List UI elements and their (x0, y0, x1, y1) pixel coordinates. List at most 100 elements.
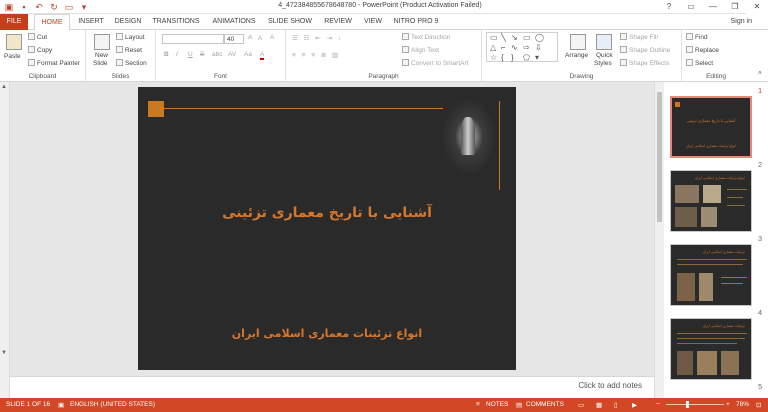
redo-icon[interactable]: ↻ (49, 2, 59, 12)
copy-button[interactable]: Copy (28, 46, 52, 54)
zoom-level[interactable]: 78% (736, 401, 749, 408)
pentagon-shape-icon[interactable]: ⬠ (523, 53, 530, 62)
tab-design[interactable]: DESIGN (112, 14, 144, 30)
tab-slide-show[interactable]: SLIDE SHOW (266, 14, 314, 30)
brace-shape-icon[interactable]: { (501, 53, 504, 62)
shape-outline-button[interactable]: Shape Outline (620, 46, 670, 54)
shadow-button[interactable]: abc (212, 51, 222, 58)
tab-review[interactable]: REVIEW (320, 14, 356, 30)
close-button[interactable]: ✕ (746, 0, 768, 14)
bold-button[interactable]: B (164, 51, 169, 58)
collapse-ribbon-icon[interactable]: ˄ (758, 70, 762, 77)
slideshow-view-icon[interactable]: ▶ (632, 401, 637, 409)
shrink-font-button[interactable]: A (258, 35, 262, 42)
left-scrollbar[interactable]: ▲ ▼ (0, 82, 10, 398)
language-indicator[interactable]: ENGLISH (UNITED STATES) (70, 401, 155, 408)
font-color-button[interactable]: A (260, 51, 265, 60)
italic-button[interactable]: I (176, 51, 178, 58)
restore-button[interactable]: ❐ (724, 0, 746, 14)
scrollbar-thumb[interactable] (657, 92, 662, 222)
align-text-button[interactable]: Align Text (402, 46, 439, 54)
cut-button[interactable]: Cut (28, 33, 47, 41)
scroll-down-icon[interactable]: ▼ (1, 350, 7, 356)
reading-view-icon[interactable]: ▯ (614, 401, 618, 409)
slide-title[interactable]: آشنایی با تاریخ معماری تزئینی (138, 205, 516, 221)
section-button[interactable]: Section (116, 59, 147, 67)
convert-smartart-button[interactable]: Convert to SmartArt (402, 59, 468, 67)
zoom-out-icon[interactable]: − (656, 401, 660, 408)
thumbnail-slide[interactable]: آشنایی با تاریخ معماری تزئینی انواع تزئی… (670, 96, 752, 158)
slide-subtitle[interactable]: انواع تزئینات معماری اسلامی ایران (138, 327, 516, 340)
new-slide-button-line2[interactable]: Slide (93, 60, 107, 67)
oval-shape-icon[interactable]: ◯ (535, 33, 544, 42)
comments-button[interactable]: COMMENTS (526, 401, 564, 408)
connector-shape-icon[interactable]: ⌐ (501, 43, 506, 52)
arrange-icon[interactable] (570, 34, 586, 50)
right-arrow-shape-icon[interactable]: ⇨ (523, 43, 530, 52)
tab-nitro-pro[interactable]: NITRO PRO 9 (392, 14, 440, 30)
notes-placeholder[interactable]: Click to add notes (578, 381, 642, 390)
zoom-in-icon[interactable]: + (726, 401, 730, 408)
thumbnail-slide[interactable]: تزئینات معماری اسلامی ایران (670, 244, 752, 306)
textbox-shape-icon[interactable]: ▭ (490, 33, 498, 42)
notes-pane[interactable]: Click to add notes (10, 376, 654, 398)
scroll-up-icon[interactable]: ▲ (1, 84, 7, 90)
zoom-slider[interactable] (666, 404, 724, 405)
tab-insert[interactable]: INSERT (76, 14, 106, 30)
star-shape-icon[interactable]: ☆ (490, 53, 497, 62)
current-slide[interactable]: آشنایی با تاریخ معماری تزئینی انواع تزئی… (138, 87, 516, 370)
rectangle-shape-icon[interactable]: ▭ (523, 33, 531, 42)
text-direction-button[interactable]: Text Direction (402, 33, 450, 41)
quick-styles-icon[interactable] (596, 34, 612, 50)
list-buttons[interactable]: ☰ ☷ ⇤ ⇥ ↕ (292, 34, 343, 42)
slide-editor[interactable]: آشنایی با تاریخ معماری تزئینی انواع تزئی… (10, 82, 654, 398)
change-case-button[interactable]: Aa (244, 51, 252, 58)
normal-view-icon[interactable]: ▭ (578, 401, 584, 409)
shape-effects-button[interactable]: Shape Effects (620, 59, 669, 67)
curve-shape-icon[interactable]: ∿ (511, 43, 518, 52)
tab-home[interactable]: HOME (34, 14, 70, 31)
notes-button[interactable]: NOTES (486, 401, 508, 408)
strikethrough-button[interactable]: S (200, 51, 204, 58)
arrange-button[interactable]: Arrange (565, 52, 588, 59)
customize-qat-icon[interactable]: ▾ (79, 2, 89, 12)
thumbnail-slide[interactable]: تزئینات معماری اسلامی ایران (670, 318, 752, 380)
find-button[interactable]: Find (686, 33, 708, 41)
new-slide-button[interactable]: New (95, 52, 108, 59)
arrow-shape-icon[interactable]: ↘ (511, 33, 518, 42)
reset-button[interactable]: Reset (116, 46, 142, 54)
down-arrow-shape-icon[interactable]: ⇩ (535, 43, 542, 52)
layout-button[interactable]: Layout (116, 33, 145, 41)
thumbnail-slide[interactable]: انواع تزئینات معماری اسلامی ایران (670, 170, 752, 232)
shape-fill-button[interactable]: Shape Fill (620, 33, 658, 41)
editor-scrollbar[interactable] (654, 82, 664, 398)
line-shape-icon[interactable]: ╲ (501, 33, 506, 42)
brace-close-shape-icon[interactable]: } (511, 53, 514, 62)
more-shapes-icon[interactable]: ▾ (535, 53, 539, 62)
slide-sorter-icon[interactable]: ▦ (596, 401, 602, 409)
underline-button[interactable]: U (188, 51, 193, 58)
help-button[interactable]: ? (658, 0, 680, 14)
font-name-box[interactable] (162, 34, 224, 44)
format-painter-button[interactable]: Format Painter (28, 59, 80, 67)
paste-icon[interactable] (6, 34, 22, 50)
tab-file[interactable]: FILE (0, 14, 28, 30)
tab-view[interactable]: VIEW (360, 14, 386, 30)
zoom-slider-handle[interactable] (686, 401, 689, 408)
save-icon[interactable]: ▪ (19, 2, 29, 12)
select-button[interactable]: Select (686, 59, 713, 67)
new-slide-icon[interactable] (94, 34, 110, 50)
shapes-gallery[interactable]: ▭ ╲ ↘ ▭ ◯ △ ⌐ ∿ ⇨ ⇩ ☆ { } ⬠ ▾ (486, 32, 558, 62)
spellcheck-icon[interactable]: ▣ (58, 401, 64, 409)
quick-styles-button-line2[interactable]: Styles (594, 60, 612, 67)
ribbon-display-button[interactable]: ▭ (680, 0, 702, 14)
tab-animations[interactable]: ANIMATIONS (208, 14, 260, 30)
sign-in-link[interactable]: Sign in (731, 14, 752, 30)
replace-button[interactable]: Replace (686, 46, 719, 54)
present-icon[interactable]: ▭ (64, 2, 74, 12)
grow-font-button[interactable]: A (248, 34, 252, 41)
clear-formatting-button[interactable]: A (270, 34, 274, 41)
minimize-button[interactable]: — (702, 0, 724, 14)
undo-icon[interactable]: ↶ (34, 2, 44, 12)
triangle-shape-icon[interactable]: △ (490, 43, 496, 52)
